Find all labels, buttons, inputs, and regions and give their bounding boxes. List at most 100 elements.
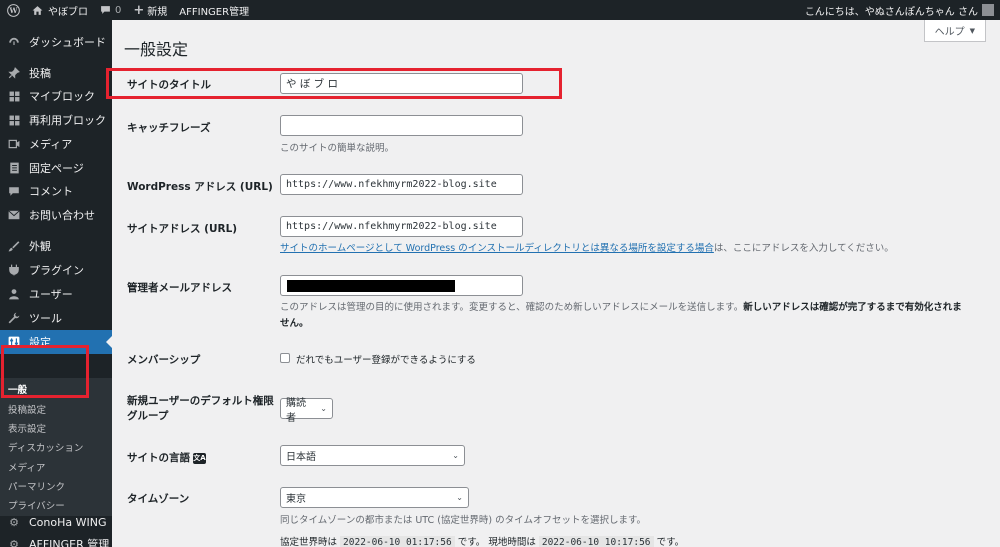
admin-bar: W やぼブロ 0 + 新規 AFFINGER管理 こんにちは、やぬさんぽんちゃん… <box>0 0 1000 20</box>
help-tab-button[interactable]: ヘルプ ▼ <box>923 20 986 42</box>
local-tail: です。 <box>656 537 685 547</box>
my-account-link[interactable]: こんにちは、やぬさんぽんちゃん さん <box>799 0 1000 20</box>
comments-link[interactable]: 0 <box>94 0 127 20</box>
tagline-description: このサイトの簡単な説明。 <box>280 143 395 154</box>
page-title: 一般設定 <box>124 40 189 59</box>
admin-email-input[interactable] <box>280 275 523 296</box>
submenu-item-writing[interactable]: 投稿設定 <box>8 402 46 416</box>
annotation-highlight-settings <box>1 345 89 398</box>
sidebar-item-label: ユーザー <box>29 288 73 301</box>
plus-icon: + <box>133 2 145 18</box>
wordpress-logo-icon[interactable]: W <box>0 0 26 20</box>
sidebar-item-label: ツール <box>29 312 62 325</box>
sidebar-item-dashboard[interactable]: ダッシュボード <box>0 30 112 54</box>
redacted-email <box>287 280 455 292</box>
timezone-select[interactable]: 東京 ⌄ <box>280 487 469 508</box>
wp-address-input[interactable]: https://www.nfekhmyrm2022-blog.site <box>280 174 523 195</box>
site-address-description: サイトのホームページとして WordPress のインストールディレクトリとは異… <box>280 240 894 254</box>
sidebar-item-comments[interactable]: コメント <box>0 179 112 203</box>
grid-icon <box>7 89 21 103</box>
default-role-select[interactable]: 購読者 ⌄ <box>280 398 333 424</box>
sidebar-item-users[interactable]: ユーザー <box>0 282 112 306</box>
membership-label: メンバーシップ <box>127 354 201 366</box>
site-language-select[interactable]: 日本語 ⌄ <box>280 445 465 466</box>
local-time: 2022-06-10 10:17:56 <box>538 536 654 547</box>
sidebar-item-label: ダッシュボード <box>29 36 106 49</box>
admin-email-description-cont: せん。 <box>280 315 309 329</box>
sidebar-item-label: ConoHa WING <box>29 515 107 529</box>
sidebar-item-label: メディア <box>29 138 73 151</box>
membership-checkbox-label[interactable]: だれでもユーザー登録ができるようにする <box>296 352 476 366</box>
sidebar-item-label: プラグイン <box>29 264 84 277</box>
affinger-admin-link[interactable]: AFFINGER管理 <box>173 0 255 20</box>
avatar <box>982 4 994 16</box>
timezone-current-times: 協定世界時は 2022-06-10 01:17:56 です。 現地時間は 202… <box>280 534 684 547</box>
local-label: です。 現地時間は <box>457 537 536 547</box>
greeting: こんにちは、やぬさんぽんちゃん さん <box>804 6 978 18</box>
help-label: ヘルプ <box>934 27 965 38</box>
page-icon <box>7 161 21 175</box>
submenu-item-permalinks[interactable]: パーマリンク <box>8 479 65 493</box>
sidebar-item-label: お問い合わせ <box>29 209 95 222</box>
site-address-value: https://www.nfekhmyrm2022-blog.site <box>286 221 497 232</box>
tagline-label: キャッチフレーズ <box>127 122 211 134</box>
user-icon <box>7 287 21 301</box>
gear-icon: ⚙ <box>9 537 19 547</box>
sidebar-item-affinger[interactable]: ⚙ AFFINGER 管理 <box>0 532 112 547</box>
wp-address-value: https://www.nfekhmyrm2022-blog.site <box>286 179 497 190</box>
submenu-item-media[interactable]: メディア <box>8 460 45 474</box>
sidebar-item-label: マイブロック <box>29 90 95 103</box>
annotation-highlight-site-title <box>106 68 562 99</box>
chevron-down-icon: ⌄ <box>456 493 463 502</box>
wp-address-label: WordPress アドレス (URL) <box>127 181 273 193</box>
submenu-item-discussion[interactable]: ディスカッション <box>8 440 83 454</box>
sidebar-item-conoha-wing[interactable]: ⚙ ConoHa WING <box>0 510 112 534</box>
admin-email-desc-line1: このアドレスは管理の目的に使用されます。変更すると、確認のため新しいアドレスにメ… <box>280 302 744 313</box>
chevron-down-icon: ⌄ <box>452 451 459 460</box>
sidebar-item-pages[interactable]: 固定ページ <box>0 156 112 180</box>
sidebar-item-appearance[interactable]: 外観 <box>0 234 112 258</box>
sidebar-item-label: コメント <box>29 185 73 198</box>
brush-icon <box>7 239 21 253</box>
sidebar-item-my-blocks[interactable]: マイブロック <box>0 84 112 108</box>
sidebar-item-reusable-blocks[interactable]: 再利用ブロック <box>0 108 112 132</box>
plugin-icon <box>7 263 21 277</box>
new-content-link[interactable]: + 新規 <box>127 0 173 20</box>
default-role-value: 購読者 <box>286 397 306 424</box>
timezone-label: タイムゾーン <box>127 493 190 505</box>
admin-email-desc-bold2: せん。 <box>280 318 309 329</box>
sidebar-item-media[interactable]: メディア <box>0 132 112 156</box>
sidebar-item-posts[interactable]: 投稿 <box>0 61 112 85</box>
sidebar-item-label: 投稿 <box>29 67 51 80</box>
submenu-item-reading[interactable]: 表示設定 <box>8 421 46 435</box>
gear-icon: ⚙ <box>9 515 19 529</box>
site-address-input[interactable]: https://www.nfekhmyrm2022-blog.site <box>280 216 523 237</box>
sidebar-item-contact[interactable]: お問い合わせ <box>0 203 112 227</box>
sidebar-item-label: 外観 <box>29 240 51 253</box>
translation-icon: 文A <box>193 452 206 464</box>
grid-icon <box>7 113 21 127</box>
site-name-link[interactable]: やぼブロ <box>26 0 94 20</box>
site-address-label: サイトアドレス (URL) <box>127 223 238 235</box>
default-role-label: 新規ユーザーのデフォルト権限グループ <box>127 395 274 422</box>
timezone-description: 同じタイムゾーンの都市または UTC (協定世界時) のタイムオフセットを選択し… <box>280 515 647 526</box>
dashboard-icon <box>7 35 21 49</box>
sidebar-item-label: AFFINGER 管理 <box>29 538 110 547</box>
svg-text:W: W <box>8 6 18 15</box>
sidebar-item-plugins[interactable]: プラグイン <box>0 258 112 282</box>
site-language-label: サイトの言語 文A <box>127 450 206 465</box>
membership-checkbox[interactable] <box>280 353 290 363</box>
tagline-input[interactable] <box>280 115 523 136</box>
site-address-help-link[interactable]: サイトのホームページとして WordPress のインストールディレクトリとは異… <box>280 243 714 254</box>
admin-email-description: このアドレスは管理の目的に使用されます。変更すると、確認のため新しいアドレスにメ… <box>280 299 962 313</box>
comment-icon <box>7 184 21 198</box>
utc-label: 協定世界時は <box>280 537 338 547</box>
pin-icon <box>7 66 21 80</box>
sidebar-item-tools[interactable]: ツール <box>0 306 112 330</box>
sidebar-item-label: 固定ページ <box>29 162 84 175</box>
home-icon <box>32 5 43 15</box>
site-name: やぼブロ <box>48 6 88 18</box>
comment-icon <box>101 6 110 14</box>
admin-email-desc-bold1: 新しいアドレスは確認が完了するまで有効化されま <box>743 302 962 313</box>
new-label: 新規 <box>147 6 168 18</box>
